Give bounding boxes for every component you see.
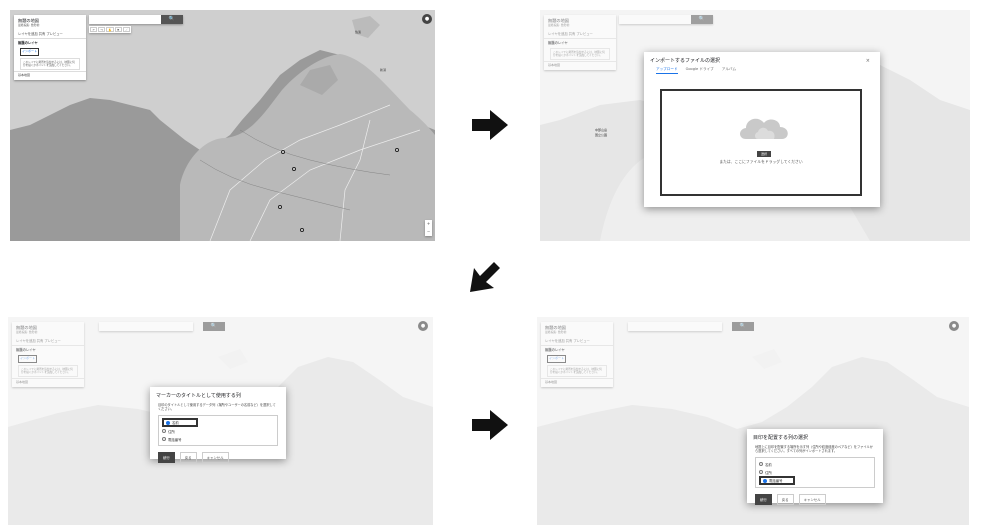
screenshot-step-3: 無題の地図 最終編集: 数秒前 レイヤを追加 共有 プレビュー 無題のレイヤ イ… — [8, 317, 433, 525]
column-option-phone[interactable]: 電話番号 — [759, 476, 795, 486]
cancel-button[interactable]: キャンセル — [201, 452, 229, 464]
radio-icon[interactable] — [162, 437, 166, 442]
file-drop-zone[interactable]: 選択 または、ここにファイルをドラッグしてください — [660, 89, 862, 196]
tab-album[interactable]: アルバム — [722, 67, 736, 74]
layers-panel: 無題の地図 最終編集: 数秒前 レイヤを追加 共有 プレビュー 無題のレイヤ イ… — [541, 322, 613, 387]
dialog-title: 目印を配置する列の選択 — [753, 435, 809, 441]
import-dialog: インポートするファイルの選択 × アップロード Google ドライブ アルバム… — [644, 52, 880, 207]
title-column-dialog: マーカーのタイトルとして使用する列 目印のタイトルとして使用するデータ列（場所や… — [150, 387, 286, 464]
zoom-in-button[interactable]: + — [425, 220, 432, 228]
arrow-right-icon — [470, 408, 510, 442]
dialog-title: インポートするファイルの選択 — [650, 58, 721, 64]
checkbox-icon[interactable] — [759, 462, 763, 467]
map-toolbar: ↶ ↷ ✋ ⚑ ⟋ — [89, 26, 131, 33]
undo-icon[interactable]: ↶ — [90, 27, 98, 32]
layer-name: 無題のレイヤ — [545, 347, 565, 352]
continue-button[interactable]: 続行 — [755, 494, 772, 506]
drop-message: または、ここにファイルをドラッグしてください — [719, 159, 803, 164]
continue-button[interactable]: 続行 — [158, 452, 175, 464]
arrow-right-icon — [470, 108, 510, 142]
arrow-down-left-icon — [466, 258, 504, 296]
import-link: インポート — [18, 354, 38, 363]
layer-description: このレイヤに場所を追加するには、地図に何かを描くかポイントを追加してください。 — [18, 364, 78, 378]
column-options: 名前 住所 電話番号 — [755, 457, 875, 489]
marker-pin[interactable] — [300, 228, 304, 232]
import-link: インポート — [547, 354, 567, 363]
dialog-buttons: 続行 戻る キャンセル — [747, 491, 883, 511]
panel-actions: レイヤを追加 共有 プレビュー — [545, 338, 590, 343]
base-map-toggle: 基本地図 — [16, 380, 29, 385]
column-option-name[interactable]: 名前 — [162, 418, 198, 428]
column-option-name[interactable]: 名前 — [759, 460, 871, 468]
search-button[interactable]: 🔍 — [161, 15, 183, 24]
avatar: ● — [418, 321, 428, 331]
map-label: 国立公園 — [595, 133, 608, 137]
search-button: 🔍 — [691, 15, 713, 24]
dialog-help-text: 目印のタイトルとして使用するデータ列（場所やユーザーの名前など）を選択してくださ… — [158, 403, 276, 412]
base-map-toggle: 基本地図 — [545, 380, 558, 385]
close-icon[interactable]: × — [866, 58, 870, 64]
back-button[interactable]: 戻る — [179, 452, 197, 464]
layer-name[interactable]: 無題のレイヤ — [14, 39, 86, 47]
layer-description: このレイヤに場所を追加するには、地図に何かを描くかポイントを追加してください。 — [550, 47, 610, 61]
cloud-upload-icon — [740, 118, 788, 139]
marker-pin[interactable] — [278, 205, 282, 209]
base-map-toggle[interactable]: 基本地図 — [14, 72, 86, 80]
base-map-toggle: 基本地図 — [548, 63, 561, 68]
redo-icon[interactable]: ↷ — [98, 27, 106, 32]
avatar[interactable]: ● — [422, 14, 432, 24]
column-option-phone[interactable]: 電話番号 — [162, 435, 274, 443]
marker-pin[interactable] — [395, 148, 399, 152]
layer-description: このレイヤに場所を追加するには、地図に何かを描くかポイントを追加してください。 — [20, 57, 80, 71]
hand-icon[interactable]: ✋ — [106, 27, 114, 32]
import-link[interactable]: インポート — [20, 47, 40, 56]
layers-panel: 無題の地図 最終編集: 数秒前 レイヤを追加 共有 プレビュー 無題のレイヤ イ… — [14, 15, 86, 80]
marker-pin[interactable] — [292, 167, 296, 171]
line-icon[interactable]: ⟋ — [122, 27, 131, 32]
tab-upload[interactable]: アップロード — [656, 67, 678, 74]
search-input — [99, 322, 193, 331]
marker-pin[interactable] — [281, 150, 285, 154]
panel-actions: レイヤを追加 共有 プレビュー — [548, 31, 593, 36]
checkbox-checked-icon[interactable] — [763, 478, 767, 483]
column-option-address[interactable]: 住所 — [759, 468, 871, 476]
search-input — [628, 322, 722, 331]
panel-actions: レイヤを追加 共有 プレビュー — [16, 338, 61, 343]
screenshot-step-4: 無題の地図 最終編集: 数秒前 レイヤを追加 共有 プレビュー 無題のレイヤ イ… — [537, 317, 969, 525]
map-label: 佐渡 — [355, 30, 362, 34]
map-label: 中部山岳 — [595, 128, 608, 132]
search-button: 🔍 — [732, 322, 754, 331]
dialog-title: マーカーのタイトルとして使用する列 — [156, 393, 241, 399]
layer-description: このレイヤに場所を追加するには、地図に何かを描くかポイントを追加してください。 — [547, 364, 607, 378]
zoom-control[interactable]: + − — [425, 220, 432, 236]
map-label: 新潟 — [380, 68, 387, 72]
position-column-dialog: 目印を配置する列の選択 地図上に目印を配置する場所を示す列（住所や緯度経度のペア… — [747, 429, 883, 506]
screenshot-step-1: 佐渡 新潟 無題の地図 最終編集: 数秒前 レイヤを追加 共有 プレビュー 無題… — [10, 10, 435, 241]
column-option-address[interactable]: 住所 — [162, 427, 274, 435]
back-button[interactable]: 戻る — [776, 494, 794, 506]
marker-icon[interactable]: ⚑ — [114, 27, 122, 32]
tab-google-drive[interactable]: Google ドライブ — [686, 67, 714, 74]
dialog-buttons: 続行 戻る キャンセル — [150, 449, 286, 469]
radio-selected-icon[interactable] — [166, 420, 170, 425]
source-tabs: アップロード Google ドライブ アルバム — [644, 67, 880, 74]
select-file-button[interactable]: 選択 — [757, 151, 771, 157]
screenshot-step-2: 中部山岳 国立公園 無題の地図 最終編集: 数秒前 レイヤを追加 共有 プレビュ… — [540, 10, 970, 241]
layers-panel: 無題の地図 最終編集: 数秒前 レイヤを追加 共有 プレビュー 無題のレイヤ こ… — [544, 15, 616, 71]
column-options: 名前 住所 電話番号 — [158, 415, 278, 447]
cancel-button[interactable]: キャンセル — [798, 494, 826, 506]
search-button: 🔍 — [203, 322, 225, 331]
avatar: ● — [949, 321, 959, 331]
zoom-out-button[interactable]: − — [425, 228, 432, 236]
layers-panel: 無題の地図 最終編集: 数秒前 レイヤを追加 共有 プレビュー 無題のレイヤ イ… — [12, 322, 84, 387]
dialog-help-text: 地図上に目印を配置する場所を示す列（住所や緯度経度のペアなど）をファイルから選択… — [755, 445, 873, 454]
panel-actions[interactable]: レイヤを追加 共有 プレビュー — [14, 30, 86, 38]
layer-name: 無題のレイヤ — [16, 347, 36, 352]
radio-icon[interactable] — [162, 429, 166, 434]
checkbox-icon[interactable] — [759, 470, 763, 475]
layer-name: 無題のレイヤ — [548, 40, 568, 45]
